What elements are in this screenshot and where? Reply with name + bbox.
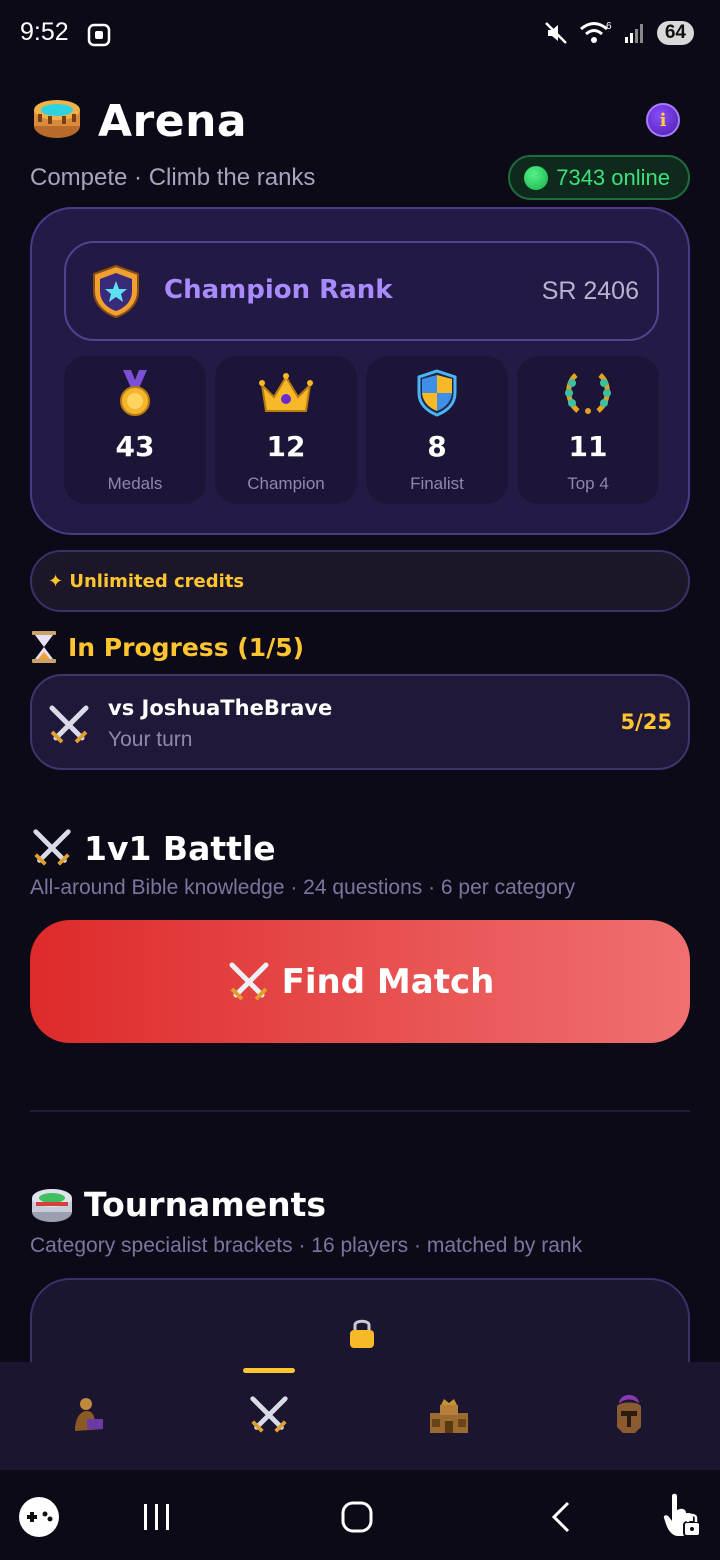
nav-active-indicator <box>243 1368 295 1373</box>
match-opponent: vs JoshuaTheBrave <box>108 696 333 720</box>
swords-icon <box>250 1396 288 1433</box>
medal-icon <box>120 370 150 416</box>
swords-icon <box>229 962 269 1000</box>
home-icon[interactable] <box>340 1500 374 1534</box>
tournaments-subtitle: Category specialist brackets · 16 player… <box>30 1234 583 1257</box>
status-icons: 6 64 <box>543 20 694 46</box>
arena-icon <box>34 100 80 138</box>
find-match-label: Find Match <box>281 961 495 1002</box>
stat-finalist: 8 Finalist <box>366 356 508 504</box>
shield-icon <box>417 369 457 417</box>
battle-subtitle: All-around Bible knowledge · 24 question… <box>30 876 576 899</box>
swords-icon <box>33 829 71 866</box>
stat-value: 12 <box>266 430 306 463</box>
in-progress-title: In Progress (1/5) <box>68 632 305 662</box>
stat-medals: 43 Medals <box>64 356 206 504</box>
nav-item-profile[interactable] <box>594 1380 664 1450</box>
in-progress-heading: In Progress (1/5) <box>30 630 304 664</box>
hourglass-icon <box>32 631 56 663</box>
crown-icon <box>259 373 313 412</box>
system-nav-bar <box>0 1470 720 1560</box>
nav-item-kingdom[interactable] <box>414 1380 484 1450</box>
stat-champion: 12 Champion <box>215 356 357 504</box>
stat-value: 43 <box>115 430 155 463</box>
laurel-wreath-icon <box>565 373 611 414</box>
network-label: 6 <box>606 21 612 32</box>
credits-text: ✦ Unlimited credits <box>48 570 245 592</box>
stat-label: Champion <box>247 474 325 493</box>
stat-value: 8 <box>427 430 447 463</box>
touch-lock-icon[interactable] <box>662 1492 702 1538</box>
stat-top4: 11 Top 4 <box>517 356 659 504</box>
game-controller-icon[interactable] <box>18 1496 60 1538</box>
rank-card: Champion Rank SR 2406 43 Medals 12 Champ… <box>30 207 690 535</box>
match-card[interactable]: vs JoshuaTheBrave Your turn 5/25 <box>30 674 690 770</box>
tournaments-heading: Tournaments <box>30 1184 326 1224</box>
battery-indicator: 64 <box>656 21 694 45</box>
rank-name: Champion Rank <box>164 275 393 305</box>
match-progress: 5/25 <box>620 710 672 734</box>
battle-heading: 1v1 Battle <box>30 826 276 870</box>
credits-bar[interactable]: ✦ Unlimited credits <box>30 550 690 612</box>
bottom-nav <box>0 1362 720 1470</box>
nav-item-arena[interactable] <box>234 1380 304 1450</box>
nav-item-study[interactable] <box>54 1380 124 1450</box>
reader-icon <box>75 1398 103 1431</box>
stat-value: 11 <box>568 430 608 463</box>
page-subtitle: Compete · Climb the ranks <box>30 164 316 191</box>
battle-title: 1v1 Battle <box>84 828 276 868</box>
mute-icon <box>544 22 567 44</box>
rank-sr: SR 2406 <box>541 277 639 305</box>
match-status: Your turn <box>108 728 193 751</box>
online-dot-icon <box>524 165 549 190</box>
wifi-icon: 6 <box>579 21 612 43</box>
rank-shield-icon <box>93 264 139 319</box>
status-time: 9:52 <box>20 18 69 46</box>
recent-apps-icon[interactable] <box>140 1500 174 1534</box>
castle-icon <box>430 1399 468 1433</box>
stadium-icon <box>32 1189 72 1222</box>
rank-row[interactable]: Champion Rank SR 2406 <box>64 241 659 341</box>
info-icon: i <box>659 109 667 131</box>
signal-icon <box>624 24 643 43</box>
helmet-icon <box>617 1395 641 1433</box>
find-match-button[interactable]: Find Match <box>30 920 690 1043</box>
stat-label: Top 4 <box>567 474 609 493</box>
lock-icon <box>350 1319 374 1348</box>
screenshot-icon <box>87 23 111 47</box>
stat-label: Medals <box>107 474 163 493</box>
tournaments-title: Tournaments <box>84 1184 327 1224</box>
swords-icon <box>49 705 89 744</box>
online-count-badge: 7343 online <box>508 155 690 200</box>
online-count: 7343 online <box>556 164 670 190</box>
page-title: Arena <box>98 96 248 147</box>
info-button[interactable]: i <box>646 103 680 137</box>
stat-label: Finalist <box>410 474 464 493</box>
back-icon[interactable] <box>546 1500 576 1534</box>
section-divider <box>30 1110 690 1112</box>
